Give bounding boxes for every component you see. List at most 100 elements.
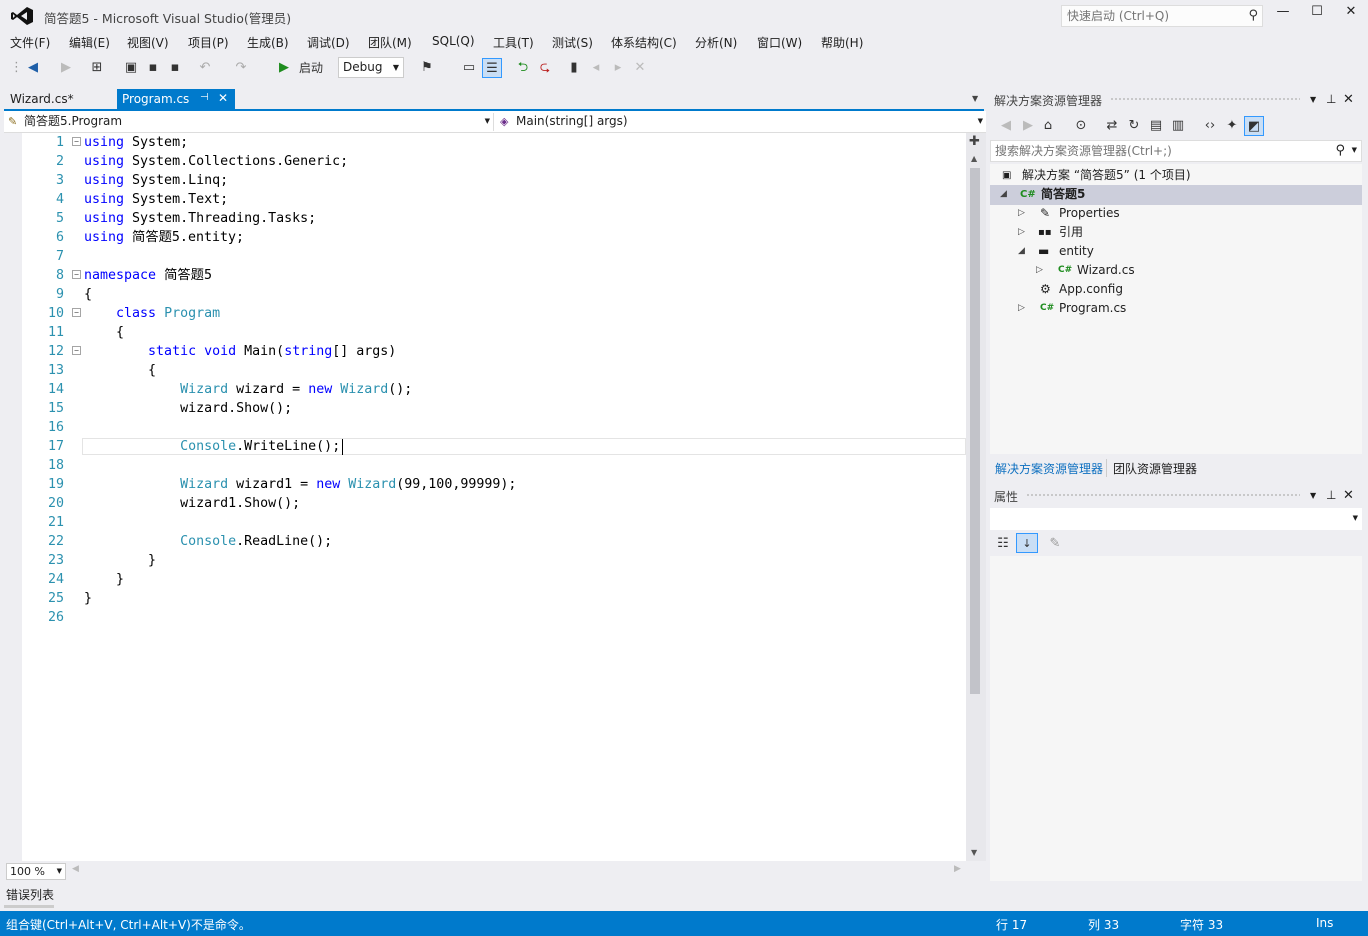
open-file-icon[interactable]: ▣ xyxy=(122,58,140,78)
code-line[interactable]: 21 xyxy=(4,513,966,532)
menu-window[interactable]: 窗口(W) xyxy=(757,34,802,51)
scroll-up-icon[interactable]: ▲ xyxy=(971,154,977,163)
code-line[interactable]: 9{ xyxy=(4,285,966,304)
code-line[interactable]: 20 wizard1.Show(); xyxy=(4,494,966,513)
redo-icon[interactable]: ↷ xyxy=(232,58,250,78)
solution-config-select[interactable]: Debug ▼ xyxy=(338,57,404,78)
code-line[interactable]: 6 using 简答题5.entity; xyxy=(4,228,966,247)
menu-project[interactable]: 项目(P) xyxy=(188,34,229,51)
sync-icon[interactable]: ⊙ xyxy=(1072,116,1090,136)
menu-debug[interactable]: 调试(D) xyxy=(307,34,350,51)
collapse-all-icon[interactable]: ▤ xyxy=(1148,116,1164,136)
new-project-icon[interactable]: ⊞ xyxy=(88,58,106,78)
menu-file[interactable]: 文件(F) xyxy=(10,34,50,51)
tree-item-app-config[interactable]: ⚙ App.config xyxy=(1018,280,1123,299)
menu-view[interactable]: 视图(V) xyxy=(127,34,169,51)
code-line[interactable]: 12− static void Main(string[] args) xyxy=(4,342,966,361)
code-line[interactable]: 15 wizard.Show(); xyxy=(4,399,966,418)
tree-item-program-cs[interactable]: ▷ C# Program.cs xyxy=(1018,299,1126,318)
error-list-tab[interactable]: 错误列表 xyxy=(6,886,54,903)
code-line[interactable]: 5 using System.Threading.Tasks; xyxy=(4,209,966,228)
collapsed-arrow-icon[interactable]: ▷ xyxy=(1018,299,1025,318)
save-icon[interactable]: ▪ xyxy=(144,58,162,78)
panel-menu-icon[interactable]: ▼ xyxy=(1310,491,1316,500)
forward-icon[interactable]: ▶ xyxy=(58,58,74,78)
code-line[interactable]: 22 Console.ReadLine(); xyxy=(4,532,966,551)
menu-team[interactable]: 团队(M) xyxy=(368,34,412,51)
home-icon[interactable]: ⌂ xyxy=(1040,116,1056,136)
switch-views-icon[interactable]: ⇄ xyxy=(1104,116,1120,136)
vertical-scroll-thumb[interactable] xyxy=(970,168,980,694)
format-icon[interactable]: ☰ xyxy=(482,58,502,78)
tree-item-entity[interactable]: ◢ ▬ entity xyxy=(1018,242,1094,261)
next-bookmark-icon[interactable]: ▸ xyxy=(610,58,626,78)
pin-icon[interactable]: ⊥ xyxy=(1326,92,1336,106)
close-button[interactable]: ✕ xyxy=(1334,4,1368,24)
quick-launch-input[interactable] xyxy=(1062,6,1240,26)
scroll-down-icon[interactable]: ▼ xyxy=(971,848,977,857)
menu-edit[interactable]: 编辑(E) xyxy=(69,34,110,51)
code-line[interactable]: 19 Wizard wizard1 = new Wizard(99,100,99… xyxy=(4,475,966,494)
chevron-down-icon[interactable]: ▼ xyxy=(1352,146,1357,154)
code-line[interactable]: 8− namespace 简答题5 xyxy=(4,266,966,285)
code-line[interactable]: 17 Console.WriteLine(); xyxy=(4,437,966,456)
member-scope-combo[interactable]: ◈ Main(string[] args) ▼ xyxy=(496,113,986,131)
code-line[interactable]: 14 Wizard wizard = new Wizard(); xyxy=(4,380,966,399)
search-icon[interactable]: ⚲ xyxy=(1248,8,1258,23)
code-line[interactable]: 18 xyxy=(4,456,966,475)
solution-search[interactable]: ⚲ ▼ xyxy=(990,140,1362,162)
solution-search-input[interactable] xyxy=(991,141,1321,161)
tab-solution-explorer[interactable]: 解决方案资源管理器 xyxy=(995,460,1103,477)
property-pages-icon[interactable]: ✎ xyxy=(1046,534,1064,554)
preview-icon[interactable]: ◩ xyxy=(1244,116,1264,136)
collapse-region-icon[interactable]: − xyxy=(72,346,81,355)
tab-overflow-icon[interactable]: ▼ xyxy=(972,94,978,103)
zoom-combo[interactable]: 100 % ▼ xyxy=(6,863,66,880)
pin-icon[interactable]: ⊣ xyxy=(200,92,209,103)
tab-team-explorer[interactable]: 团队资源管理器 xyxy=(1113,460,1197,477)
tree-item-solution[interactable]: ▣ 解决方案 “简答题5” (1 个项目) xyxy=(1002,166,1191,185)
uncomment-icon[interactable]: ⮎ xyxy=(536,58,554,78)
collapsed-arrow-icon[interactable]: ▷ xyxy=(1018,204,1025,223)
menu-help[interactable]: 帮助(H) xyxy=(821,34,863,51)
collapsed-arrow-icon[interactable]: ▷ xyxy=(1036,261,1043,280)
tree-item-properties[interactable]: ▷ ✎ Properties xyxy=(1018,204,1120,223)
collapse-region-icon[interactable]: − xyxy=(72,137,81,146)
refresh-icon[interactable]: ↻ xyxy=(1126,116,1142,136)
maximize-button[interactable]: ☐ xyxy=(1300,4,1334,24)
back-icon[interactable]: ◀ xyxy=(24,58,42,78)
code-line[interactable]: 11 { xyxy=(4,323,966,342)
code-line[interactable]: 3 using System.Linq; xyxy=(4,171,966,190)
code-line[interactable]: 7 xyxy=(4,247,966,266)
forward-icon[interactable]: ▶ xyxy=(1020,116,1036,136)
code-line[interactable]: 23 } xyxy=(4,551,966,570)
start-button-label[interactable]: 启动 xyxy=(294,58,328,78)
code-line[interactable]: 26 xyxy=(4,608,966,627)
menu-build[interactable]: 生成(B) xyxy=(247,34,289,51)
scroll-left-icon[interactable]: ◀ xyxy=(72,864,79,874)
pin-icon[interactable]: ⊥ xyxy=(1326,488,1336,502)
attach-icon[interactable]: ⚑ xyxy=(418,58,436,78)
search-icon[interactable]: ⚲ xyxy=(1335,143,1345,158)
alphabetical-icon[interactable]: ↓ xyxy=(1016,533,1038,553)
code-line[interactable]: 13 { xyxy=(4,361,966,380)
collapse-region-icon[interactable]: − xyxy=(72,308,81,317)
code-lines[interactable]: 1− using System; 2 using System.Collections… xyxy=(4,133,966,861)
tab-wizard-cs[interactable]: Wizard.cs* xyxy=(4,90,80,109)
collapse-region-icon[interactable]: − xyxy=(72,270,81,279)
close-panel-icon[interactable]: ✕ xyxy=(1343,92,1354,107)
stepping-icon[interactable]: ▭ xyxy=(460,58,478,78)
code-line[interactable]: 24 } xyxy=(4,570,966,589)
close-tab-icon[interactable]: ✕ xyxy=(218,91,228,105)
tree-item-project[interactable]: ◢ C# 简答题5 xyxy=(1000,185,1085,204)
prev-bookmark-icon[interactable]: ◂ xyxy=(588,58,604,78)
scroll-right-icon[interactable]: ▶ xyxy=(954,864,961,874)
panel-menu-icon[interactable]: ▼ xyxy=(1310,95,1316,104)
clear-bookmarks-icon[interactable]: ✕ xyxy=(632,58,648,78)
bookmark-icon[interactable]: ▮ xyxy=(566,58,582,78)
view-code-icon[interactable]: ‹› xyxy=(1202,116,1218,136)
comment-icon[interactable]: ⮌ xyxy=(514,58,532,78)
quick-launch[interactable]: ⚲ xyxy=(1061,5,1263,27)
code-line[interactable]: 25} xyxy=(4,589,966,608)
menu-test[interactable]: 测试(S) xyxy=(552,34,593,51)
